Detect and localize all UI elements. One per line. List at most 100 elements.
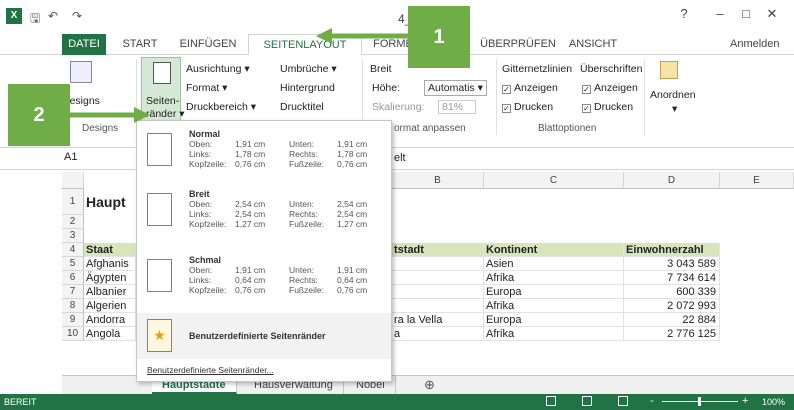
hoehe-dropdown[interactable]: Automatis ▾ (424, 80, 487, 96)
normal-view-icon[interactable] (546, 396, 556, 406)
cell-kontinent[interactable]: Asien (484, 257, 624, 271)
row-header[interactable]: 8 (62, 299, 84, 313)
undo-icon[interactable]: ↶ (48, 9, 58, 23)
header-cell-einwohnerzahl[interactable]: Einwohnerzahl (624, 243, 720, 257)
column-header-e[interactable]: E (720, 172, 794, 189)
cell-staat[interactable]: Andorra (84, 313, 136, 327)
cell-hauptstadt[interactable]: a (392, 327, 484, 341)
save-icon[interactable]: 🖫 (30, 9, 40, 30)
drucktitel-button[interactable]: Drucktitel (280, 101, 324, 113)
value: 2,54 cm (337, 209, 368, 219)
cell-einwohnerzahl[interactable]: 2 776 125 (624, 327, 720, 341)
row-header[interactable]: 2 (62, 215, 84, 229)
name-box[interactable]: A1 (64, 151, 124, 167)
sheet-title-cell[interactable]: Haupt (84, 189, 144, 215)
skalierung-input[interactable]: 81% (438, 100, 477, 114)
row-header[interactable]: 3 (62, 229, 84, 243)
cell-kontinent[interactable]: Afrika (484, 299, 624, 313)
header-cell-hauptstadt[interactable]: tstadt (392, 243, 484, 257)
row-header[interactable]: 4 (62, 243, 84, 257)
margin-option-normal[interactable]: Normal Oben: 1,91 cm Unten: 1,91 cm Link… (137, 123, 391, 183)
page-layout-view-icon[interactable] (582, 396, 592, 406)
close-button[interactable]: ✕ (762, 6, 782, 22)
cell-staat[interactable]: Albanier (84, 285, 136, 299)
row-header[interactable]: 7 (62, 285, 84, 299)
cell-einwohnerzahl[interactable]: 600 339 (624, 285, 720, 299)
anordnen-icon (660, 61, 678, 79)
separator (496, 59, 497, 135)
anordnen-button[interactable]: Anordnen (650, 89, 696, 101)
row-header[interactable]: 10 (62, 327, 84, 341)
cell-kontinent[interactable]: Europa (484, 313, 624, 327)
zoom-out-button[interactable]: - (650, 395, 654, 407)
zoom-slider-thumb[interactable] (698, 397, 701, 406)
format-button[interactable]: Format ▾ (186, 82, 227, 94)
star-page-icon: ★ (147, 319, 172, 352)
ausrichtung-button[interactable]: Ausrichtung ▾ (186, 63, 250, 75)
help-button[interactable]: ? (674, 6, 694, 21)
formula-input[interactable]: elt (394, 152, 406, 164)
redo-icon[interactable]: ↷ (72, 9, 82, 23)
page-margin-icon (147, 259, 172, 292)
cell-hauptstadt[interactable]: ra la Vella (392, 313, 484, 327)
hintergrund-button[interactable]: Hintergrund (280, 82, 335, 94)
label: Fußzeile: (289, 219, 324, 229)
tab-ueberpruefen[interactable]: ÜBERPRÜFEN (476, 34, 560, 55)
select-all-corner[interactable] (62, 172, 84, 189)
value: 1,27 cm (235, 219, 266, 229)
breite-label: Breit (370, 63, 392, 75)
cell-einwohnerzahl[interactable]: 7 734 614 (624, 271, 720, 285)
ueber-drucken-checkbox[interactable]: ✓ Drucken (582, 101, 633, 113)
cell-einwohnerzahl[interactable]: 22 884 (624, 313, 720, 327)
margin-option-custom[interactable]: ★ Benutzerdefinierte Seitenränder (137, 313, 391, 359)
cell-hauptstadt[interactable] (392, 257, 484, 271)
column-header-c[interactable]: C (484, 172, 624, 189)
header-cell-staat[interactable]: Staat (84, 243, 136, 257)
gitter-anzeigen-checkbox[interactable]: ✓ Anzeigen (502, 82, 558, 94)
row-header[interactable]: 6 (62, 271, 84, 285)
row-header[interactable]: 1 (62, 189, 84, 215)
tab-einfuegen[interactable]: EINFÜGEN (174, 34, 242, 55)
row-header[interactable]: 9 (62, 313, 84, 327)
cell-kontinent[interactable]: Afrika (484, 271, 624, 285)
margin-option-breit[interactable]: Breit Oben: 2,54 cm Unten: 2,54 cm Links… (137, 183, 391, 243)
cell-staat[interactable]: Algerien (84, 299, 136, 313)
zoom-in-button[interactable]: + (742, 395, 748, 407)
cell-staat[interactable]: Ägypten (84, 271, 136, 285)
cell-hauptstadt[interactable] (392, 299, 484, 313)
page-margin-icon (147, 133, 172, 166)
maximize-button[interactable]: □ (736, 6, 756, 21)
druckbereich-button[interactable]: Druckbereich ▾ (186, 101, 256, 113)
label: Unten: (289, 139, 315, 149)
cell-staat[interactable]: Angola (84, 327, 136, 341)
sign-in-link[interactable]: Anmelden (730, 38, 780, 50)
page-break-view-icon[interactable] (618, 396, 628, 406)
label: Unten: (289, 265, 315, 275)
ueber-anzeigen-checkbox[interactable]: ✓ Anzeigen (582, 82, 638, 94)
minimize-button[interactable]: – (710, 6, 730, 21)
cell-hauptstadt[interactable] (392, 285, 484, 299)
column-header-b[interactable]: B (392, 172, 484, 189)
add-sheet-icon[interactable]: ⊕ (424, 377, 435, 393)
cell-einwohnerzahl[interactable]: 2 072 993 (624, 299, 720, 313)
column-header-d[interactable]: D (624, 172, 720, 189)
status-text: BEREIT (4, 397, 37, 407)
label: Oben: (189, 199, 213, 209)
cell-einwohnerzahl[interactable]: 3 043 589 (624, 257, 720, 271)
cell-kontinent[interactable]: Europa (484, 285, 624, 299)
cell-hauptstadt[interactable] (392, 271, 484, 285)
cell-kontinent[interactable]: Afrika (484, 327, 624, 341)
custom-margins-link[interactable]: Benutzerdefinierte Seitenränder... (147, 365, 274, 375)
ueberschriften-label: Überschriften (580, 63, 643, 75)
margin-option-schmal[interactable]: Schmal Oben: 1,91 cm Unten: 1,91 cm Link… (137, 249, 391, 309)
skalierung-label: Skalierung: (372, 101, 425, 113)
row-header[interactable]: 5 (62, 257, 84, 271)
tab-ansicht[interactable]: ANSICHT (562, 34, 624, 55)
tab-start[interactable]: START (116, 34, 164, 55)
umbrueche-button[interactable]: Umbrüche ▾ (280, 63, 337, 75)
zoom-level[interactable]: 100% (762, 397, 785, 407)
header-cell-kontinent[interactable]: Kontinent (484, 243, 624, 257)
cell-staat[interactable]: Afghanis (84, 257, 136, 271)
gitter-drucken-checkbox[interactable]: ✓ Drucken (502, 101, 553, 113)
tab-datei[interactable]: DATEI (62, 34, 106, 55)
